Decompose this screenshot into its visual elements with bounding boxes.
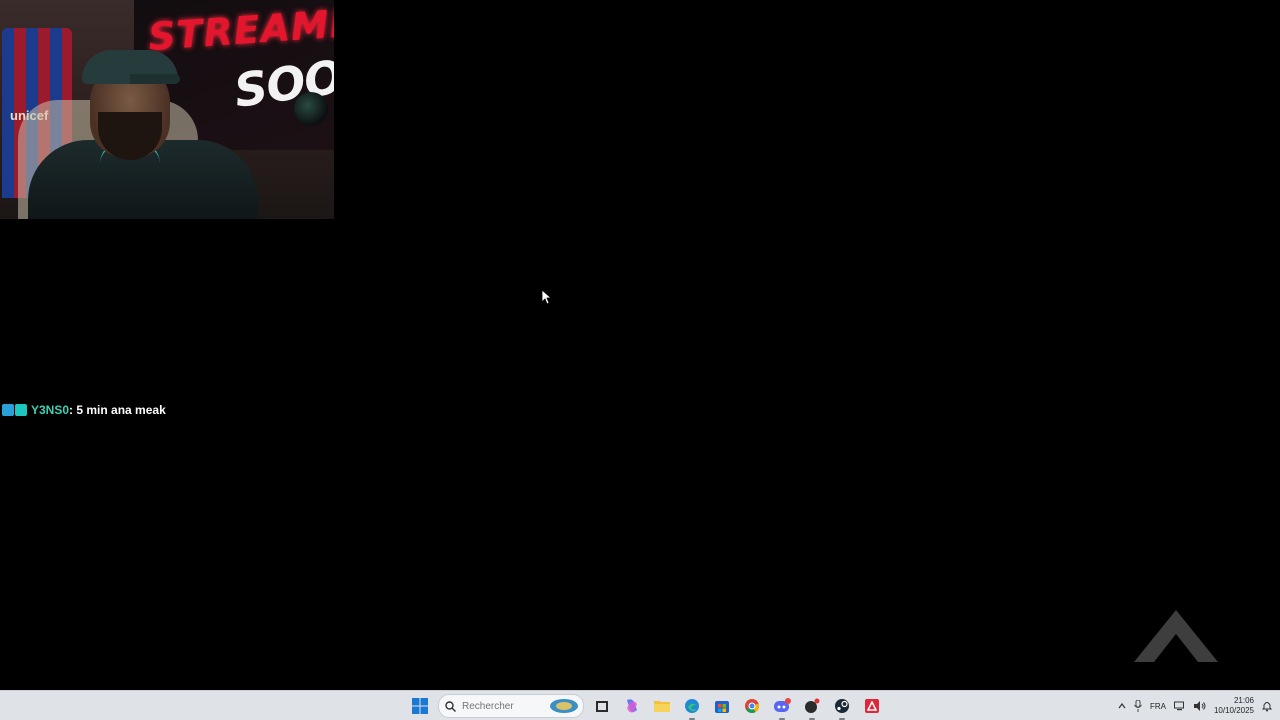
webcam-overlay: unicef STREAMING SOON	[0, 0, 334, 219]
chat-badge-icon	[2, 404, 14, 416]
language-indicator[interactable]: FRA	[1150, 702, 1166, 711]
chat-username: Y3NS0	[31, 403, 70, 417]
clock-time: 21:06	[1233, 696, 1254, 705]
file-explorer-button[interactable]	[650, 694, 674, 718]
red-app-button[interactable]	[860, 694, 884, 718]
windows-logo-icon	[412, 698, 428, 714]
steam-icon	[835, 699, 849, 713]
microphone-icon[interactable]	[1134, 700, 1142, 712]
chat-badge-icon	[15, 404, 27, 416]
taskbar: FRA 21:06 10/10/2025	[0, 690, 1280, 720]
chrome-icon	[745, 699, 759, 713]
steam-button[interactable]	[830, 694, 854, 720]
watermark-logo-icon	[1134, 610, 1218, 662]
volume-icon[interactable]	[1193, 701, 1206, 711]
edge-button[interactable]	[680, 694, 704, 720]
discord-icon	[774, 698, 791, 712]
search-input[interactable]	[462, 700, 542, 712]
clock-date: 10/10/2025	[1213, 706, 1254, 715]
app-button[interactable]	[800, 694, 824, 720]
task-view-icon	[596, 701, 608, 712]
copilot-button[interactable]	[620, 694, 644, 718]
cap-brim	[130, 74, 180, 84]
microphone	[294, 92, 328, 126]
chat-message: Y3NS0 : 5 min ana meak	[2, 402, 166, 418]
store-icon	[715, 701, 729, 713]
chat-text: : 5 min ana meak	[69, 403, 166, 417]
edge-browser-icon	[685, 699, 699, 713]
search-box[interactable]	[438, 694, 584, 718]
store-button[interactable]	[710, 694, 734, 718]
mouse-cursor-icon	[542, 290, 552, 304]
chrome-button[interactable]	[740, 694, 764, 718]
red-app-icon	[865, 699, 879, 713]
copilot-icon	[627, 699, 637, 713]
taskbar-apps	[408, 694, 884, 720]
search-icon	[445, 700, 456, 712]
network-icon[interactable]	[1173, 701, 1186, 711]
chevron-up-icon[interactable]	[1118, 702, 1126, 710]
start-button[interactable]	[408, 694, 432, 718]
system-tray: FRA 21:06 10/10/2025	[1118, 694, 1272, 718]
folder-icon	[654, 701, 670, 712]
app-icon	[805, 698, 820, 713]
search-highlight-icon	[550, 699, 578, 713]
clock[interactable]: 21:06 10/10/2025	[1214, 696, 1254, 716]
discord-button[interactable]	[770, 694, 794, 720]
task-view-button[interactable]	[590, 694, 614, 718]
notification-bell-icon[interactable]	[1262, 700, 1272, 712]
